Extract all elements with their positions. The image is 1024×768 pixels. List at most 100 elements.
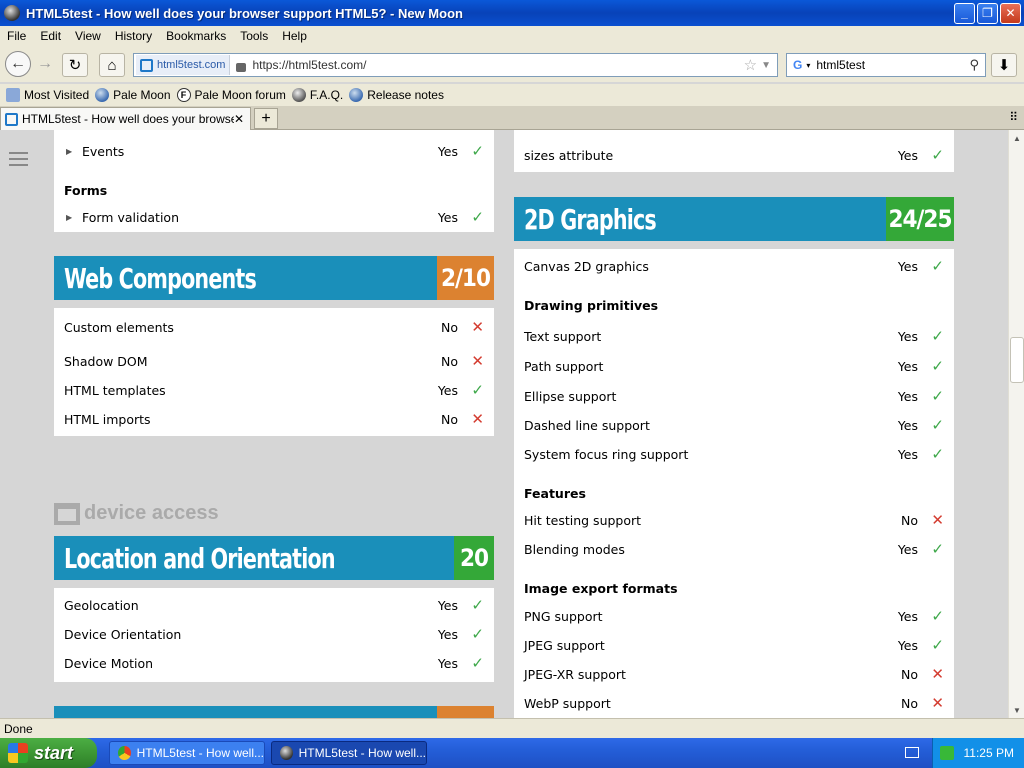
feature-value: Yes: [437, 598, 458, 613]
list-item-html-imports[interactable]: HTML imports No ✕: [54, 410, 494, 430]
section-header-location: Location and Orientation 20: [54, 536, 494, 580]
search-engine-dropdown-icon[interactable]: ▾: [806, 61, 810, 70]
scroll-up-arrow-icon[interactable]: ▲: [1009, 130, 1024, 146]
new-tab-button[interactable]: +: [254, 108, 278, 129]
status-text: Done: [4, 722, 33, 736]
scrollbar-thumb[interactable]: [1010, 337, 1024, 383]
bookmark-label: Most Visited: [24, 88, 90, 102]
feature-value: Yes: [437, 627, 458, 642]
forward-arrow-icon[interactable]: →: [32, 51, 58, 77]
list-item-webp[interactable]: WebP support No ✕: [514, 694, 954, 714]
menu-help[interactable]: Help: [275, 29, 314, 43]
list-item-form-validation[interactable]: ▶ Form validation Yes ✓: [54, 208, 494, 228]
back-arrow-icon[interactable]: ←: [5, 51, 31, 77]
expand-triangle-icon[interactable]: ▶: [66, 213, 72, 222]
url-text[interactable]: https://html5test.com/: [252, 58, 743, 72]
scroll-down-arrow-icon[interactable]: ▼: [1009, 702, 1024, 718]
list-item-blending-modes[interactable]: Blending modes Yes ✓: [514, 540, 954, 560]
taskbar-item-chrome[interactable]: HTML5test - How well...: [109, 741, 265, 765]
minimize-button[interactable]: _: [954, 2, 975, 24]
web-components-card: Custom elements No ✕ Shadow DOM No ✕ HTML te…: [54, 308, 494, 436]
list-item-hit-testing[interactable]: Hit testing support No ✕: [514, 511, 954, 531]
expand-triangle-icon[interactable]: ▶: [66, 147, 72, 156]
group-title-forms: Forms: [64, 183, 108, 198]
checkmark-icon: ✓: [471, 381, 484, 399]
list-item-geolocation[interactable]: Geolocation Yes ✓: [54, 596, 494, 616]
menu-file[interactable]: File: [0, 29, 33, 43]
cross-icon: ✕: [471, 410, 484, 428]
search-query[interactable]: html5test: [816, 58, 969, 72]
start-button[interactable]: start: [0, 738, 97, 768]
section-title: 2D Graphics: [524, 203, 657, 236]
list-item-jpeg[interactable]: JPEG support Yes ✓: [514, 636, 954, 656]
close-window-button[interactable]: ✕: [1000, 2, 1021, 24]
feature-label: Device Motion: [64, 656, 154, 671]
network-icon[interactable]: [939, 746, 954, 760]
list-item-events[interactable]: ▶ Events Yes ✓: [54, 142, 494, 162]
list-item-jpeg-xr[interactable]: JPEG-XR support No ✕: [514, 665, 954, 685]
taskbar-item-new-moon[interactable]: HTML5test - How well...: [271, 741, 427, 765]
feature-value: Yes: [897, 542, 918, 557]
feature-label: JPEG support: [524, 638, 605, 653]
list-item-device-orientation[interactable]: Device Orientation Yes ✓: [54, 625, 494, 645]
menu-bookmarks[interactable]: Bookmarks: [159, 29, 233, 43]
bookmark-faq[interactable]: F.A.Q.: [291, 88, 343, 102]
close-tab-icon[interactable]: ✕: [234, 112, 244, 126]
list-all-tabs-icon[interactable]: ⠿: [1009, 110, 1018, 124]
menu-tools[interactable]: Tools: [233, 29, 275, 43]
list-item-png[interactable]: PNG support Yes ✓: [514, 607, 954, 627]
home-icon[interactable]: ⌂: [99, 53, 125, 77]
feature-label: Dashed line support: [524, 418, 650, 433]
list-item-canvas-2d[interactable]: Canvas 2D graphics Yes ✓: [514, 257, 954, 277]
google-icon[interactable]: G: [793, 58, 802, 72]
site-identity-button[interactable]: html5test.com: [136, 55, 231, 75]
menu-icon[interactable]: [9, 152, 28, 170]
bookmark-most-visited[interactable]: Most Visited: [6, 88, 89, 102]
bookmark-star-icon[interactable]: ☆: [744, 56, 757, 74]
reload-icon[interactable]: ↻: [62, 53, 88, 77]
checkmark-icon: ✓: [931, 636, 944, 654]
list-item-ellipse-support[interactable]: Ellipse support Yes ✓: [514, 387, 954, 407]
window-title-bar[interactable]: HTML5test - How well does your browser s…: [0, 0, 1024, 26]
bookmark-pale-moon-forum[interactable]: F Pale Moon forum: [176, 88, 286, 102]
feature-value: Yes: [437, 656, 458, 671]
clock[interactable]: 11:25 PM: [964, 746, 1014, 760]
feature-value: Yes: [437, 144, 458, 159]
section-score-partial: [437, 706, 494, 718]
menu-edit[interactable]: Edit: [33, 29, 68, 43]
feature-value: Yes: [437, 210, 458, 225]
feature-value: No: [441, 320, 458, 335]
location-card: Geolocation Yes ✓ Device Orientation Yes ✓ D…: [54, 588, 494, 682]
download-icon[interactable]: ⬇: [991, 53, 1017, 77]
keyboard-icon[interactable]: [905, 747, 919, 758]
list-item-text-support[interactable]: Text support Yes ✓: [514, 327, 954, 347]
list-item-shadow-dom[interactable]: Shadow DOM No ✕: [54, 352, 494, 372]
checkmark-icon: ✓: [931, 607, 944, 625]
vertical-scrollbar[interactable]: ▲ ▼: [1008, 130, 1024, 718]
list-item-dashed-line[interactable]: Dashed line support Yes ✓: [514, 416, 954, 436]
forms-card: ▶ Events Yes ✓ Forms ▶ Form validation Y…: [54, 130, 494, 232]
list-item-sizes-attribute[interactable]: sizes attribute Yes ✓: [514, 146, 954, 166]
list-item-focus-ring[interactable]: System focus ring support Yes ✓: [514, 445, 954, 465]
bookmarks-toolbar: Most Visited Pale Moon F Pale Moon forum …: [0, 84, 1024, 106]
menu-view[interactable]: View: [68, 29, 108, 43]
feature-label: HTML templates: [64, 383, 166, 398]
maximize-button[interactable]: ❐: [977, 2, 998, 24]
chevron-down-icon[interactable]: ▼: [761, 60, 771, 71]
feature-value: No: [441, 354, 458, 369]
list-item-device-motion[interactable]: Device Motion Yes ✓: [54, 654, 494, 674]
pale-moon-icon: [291, 88, 306, 102]
menu-history[interactable]: History: [108, 29, 159, 43]
bookmark-release-notes[interactable]: Release notes: [349, 88, 444, 102]
list-item-html-templates[interactable]: HTML templates Yes ✓: [54, 381, 494, 401]
search-icon[interactable]: ⚲: [969, 57, 979, 73]
windows-logo-icon: [8, 743, 28, 763]
tab-bar: HTML5test - How well does your browser..…: [0, 106, 1024, 130]
list-item-path-support[interactable]: Path support Yes ✓: [514, 357, 954, 377]
search-input[interactable]: G ▾ html5test ⚲: [786, 53, 986, 77]
checkmark-icon: ✓: [931, 327, 944, 345]
list-item-custom-elements[interactable]: Custom elements No ✕: [54, 318, 494, 338]
tab-html5test[interactable]: HTML5test - How well does your browser..…: [0, 107, 251, 130]
bookmark-pale-moon[interactable]: Pale Moon: [95, 88, 171, 102]
address-bar[interactable]: html5test.com https://html5test.com/ ☆ ▼: [133, 53, 778, 77]
